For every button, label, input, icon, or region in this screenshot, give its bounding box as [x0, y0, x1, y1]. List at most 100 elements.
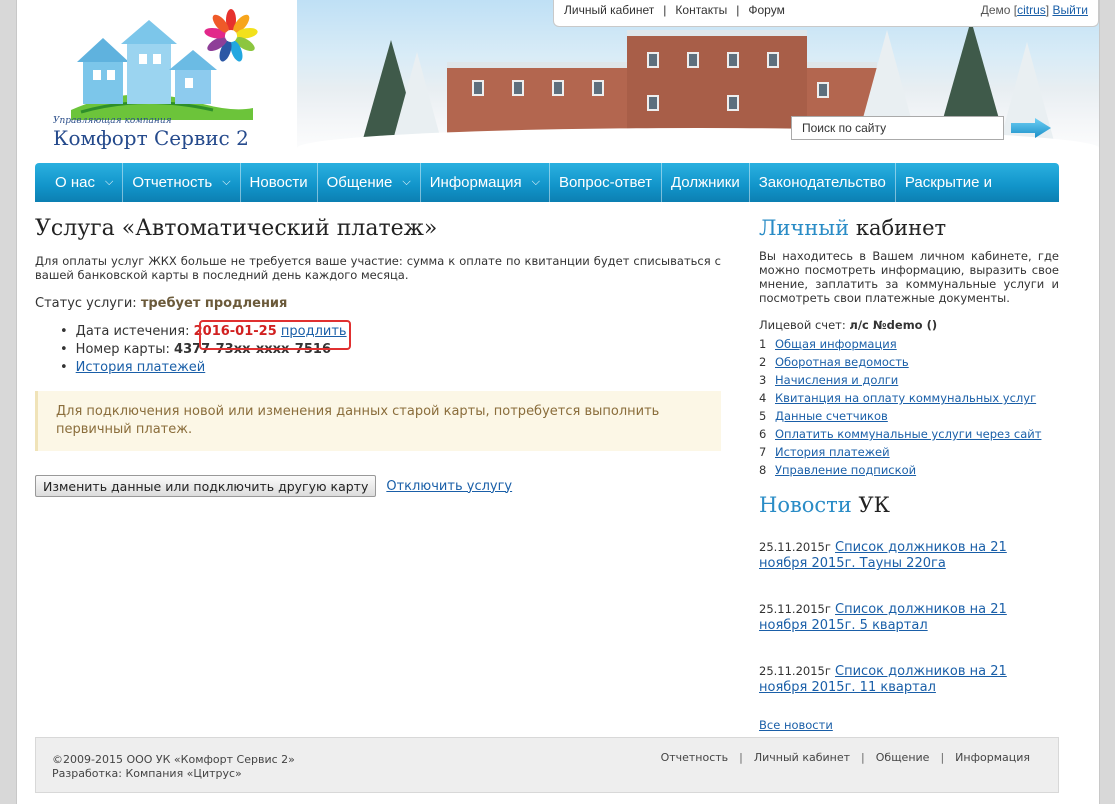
top-link-contacts[interactable]: Контакты [675, 3, 727, 17]
cabinet-title-accent: Личный [759, 216, 850, 240]
cabinet-menu-item: 3 Начисления и долги [759, 371, 1059, 389]
page-title: Услуга «Автоматический платеж» [35, 216, 438, 241]
cabinet-menu-item: 8 Управление подпиской [759, 461, 1059, 479]
top-link-forum[interactable]: Форум [748, 3, 784, 17]
nav-label: Раскрытие и [904, 174, 993, 191]
menu-link-subscription[interactable]: Управление подпиской [775, 463, 916, 477]
cabinet-title: Личный кабинет [759, 216, 1059, 240]
logo[interactable]: Управляющая компания Комфорт Сервис 2 [53, 8, 263, 158]
sidebar: Личный кабинет Вы находитесь в Вашем лич… [759, 216, 1059, 732]
nav-item-information[interactable]: Информация ⌵ [421, 163, 550, 202]
menu-num: 5 [759, 409, 767, 423]
nav-label: Вопрос-ответ [558, 174, 652, 191]
cabinet-menu-item: 5 Данные счетчиков [759, 407, 1059, 425]
news-title-accent: Новости [759, 493, 852, 517]
service-description: Для оплаты услуг ЖКХ больше не требуется… [35, 254, 721, 282]
nav-label: Отчетность [132, 174, 213, 191]
chevron-down-icon: ⌵ [104, 176, 114, 188]
nav-item-debtors[interactable]: Должники [662, 163, 750, 202]
menu-link-payment-history[interactable]: История платежей [775, 445, 890, 459]
logo-tagline: Управляющая компания [53, 116, 172, 126]
menu-num: 3 [759, 373, 767, 387]
main-content: Услуга «Автоматический платеж» Для оплат… [35, 216, 721, 497]
actions: Изменить данные или подключить другую ка… [35, 475, 721, 497]
expiry-row: Дата истечения: 2016-01-25 продлить [60, 323, 721, 341]
status-value: требует продления [140, 296, 288, 311]
menu-link-turnover[interactable]: Оборотная ведомость [775, 355, 909, 369]
news-item: 25.11.2015г Список должников на 21 ноябр… [759, 663, 1059, 696]
page: Управляющая компания Комфорт Сервис 2 Ли… [16, 0, 1100, 804]
menu-num: 8 [759, 463, 767, 477]
nav-label: Информация [429, 174, 522, 191]
footer-link-cabinet[interactable]: Личный кабинет [754, 751, 850, 764]
menu-link-pay-online[interactable]: Оплатить коммунальные услуги через сайт [775, 427, 1041, 441]
footer-link-communication[interactable]: Общение [876, 751, 930, 764]
nav-item-about[interactable]: О нас ⌵ [35, 163, 124, 202]
cabinet-menu-item: 7 История платежей [759, 443, 1059, 461]
expiry-label: Дата истечения: [75, 324, 190, 339]
main-nav: О нас ⌵ Отчетность ⌵ Новости Общение ⌵ Инфо… [35, 163, 1059, 202]
nav-item-reports[interactable]: Отчетность ⌵ [123, 163, 241, 202]
expiry-highlight-box [199, 320, 351, 350]
news-title: Новости УК [759, 493, 1059, 517]
developer-text: Разработка: Компания «Цитрус» [52, 767, 242, 780]
account-label: Лицевой счет: [759, 318, 846, 332]
top-nav: Личный кабинет | Контакты | Форум Демо [citr… [553, 0, 1099, 27]
nav-item-legislation[interactable]: Законодательство [750, 163, 896, 202]
card-row: Номер карты: 4377-73xx-xxxx-7516 [60, 341, 721, 359]
disable-service-link[interactable]: Отключить услугу [386, 479, 512, 494]
news-title-rest: УК [858, 493, 890, 517]
menu-num: 6 [759, 427, 767, 441]
footer: ©2009-2015 ООО УК «Комфорт Сервис 2» Раз… [35, 737, 1059, 793]
nav-item-communication[interactable]: Общение ⌵ [318, 163, 421, 202]
payment-history-link[interactable]: История платежей [76, 360, 206, 375]
status-label: Статус услуги: [35, 296, 137, 311]
nav-label: Законодательство [758, 174, 886, 191]
chevron-down-icon: ⌵ [222, 176, 231, 188]
account-info: Лицевой счет: л/с №demo () [759, 318, 1059, 332]
menu-num: 1 [759, 337, 767, 351]
card-label: Номер карты: [75, 342, 170, 357]
service-status: Статус услуги: требует продления [35, 296, 721, 311]
cabinet-description: Вы находитесь в Вашем личном кабинете, г… [759, 249, 1059, 305]
user-name: Демо [980, 3, 1011, 17]
copyright-text: ©2009-2015 ООО УК «Комфорт Сервис 2» [52, 753, 295, 766]
menu-link-charges[interactable]: Начисления и долги [775, 373, 898, 387]
change-card-button[interactable]: Изменить данные или подключить другую ка… [35, 475, 377, 497]
nav-label: Общение [326, 174, 393, 191]
news-item: 25.11.2015г Список должников на 21 ноябр… [759, 539, 1059, 572]
nav-item-news[interactable]: Новости [241, 163, 318, 202]
nav-item-disclosure[interactable]: Раскрытие и [896, 163, 1001, 202]
footer-nav: Отчетность | Личный кабинет | Общение | Информ… [660, 751, 1030, 764]
menu-link-receipt[interactable]: Квитанция на оплату коммунальных услуг [775, 391, 1036, 405]
all-news-link[interactable]: Все новости [759, 718, 833, 732]
nav-item-faq[interactable]: Вопрос-ответ [550, 163, 662, 202]
news-item: 25.11.2015г Список должников на 21 ноябр… [759, 601, 1059, 634]
cabinet-menu-item: 6 Оплатить коммунальные услуги через сайт [759, 425, 1059, 443]
cabinet-menu-item: 4 Квитанция на оплату коммунальных услуг [759, 389, 1059, 407]
menu-num: 2 [759, 355, 767, 369]
nav-label: Должники [670, 174, 740, 191]
logo-name: Комфорт Сервис 2 [53, 126, 249, 150]
logo-houses-flower-icon [71, 9, 258, 120]
history-row: История платежей [60, 359, 721, 377]
top-link-cabinet[interactable]: Личный кабинет [564, 3, 654, 17]
footer-link-information[interactable]: Информация [955, 751, 1030, 764]
search-input[interactable]: Поиск по сайту [791, 116, 1004, 140]
news-date: 25.11.2015г [759, 602, 831, 616]
cabinet-menu-item: 2 Оборотная ведомость [759, 353, 1059, 371]
chevron-down-icon: ⌵ [531, 176, 540, 188]
footer-link-reports[interactable]: Отчетность [661, 751, 729, 764]
menu-num: 7 [759, 445, 767, 459]
cabinet-menu-item: 1 Общая информация [759, 335, 1059, 353]
menu-link-meters[interactable]: Данные счетчиков [775, 409, 888, 423]
menu-link-general-info[interactable]: Общая информация [775, 337, 897, 351]
news-date: 25.11.2015г [759, 664, 831, 678]
search-arrow-icon[interactable] [1011, 118, 1051, 138]
service-details: Дата истечения: 2016-01-25 продлить Номе… [60, 323, 721, 377]
logout-link[interactable]: Выйти [1052, 3, 1088, 17]
user-login-link[interactable]: citrus [1017, 3, 1046, 17]
notice-box: Для подключения новой или изменения данн… [35, 391, 721, 451]
cabinet-menu: 1 Общая информация 2 Оборотная ведомость 3… [759, 335, 1059, 479]
cabinet-title-rest: кабинет [855, 216, 947, 240]
